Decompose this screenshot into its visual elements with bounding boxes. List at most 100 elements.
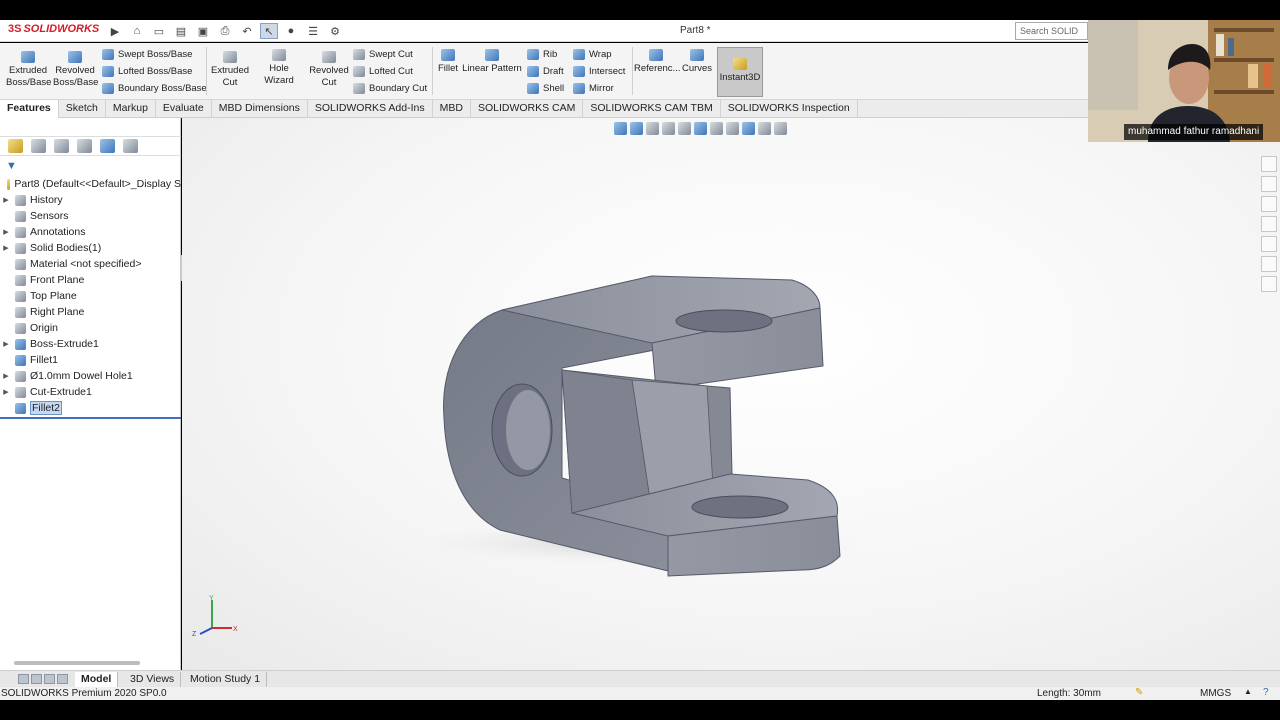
intersect-button[interactable]: Intersect [573,66,625,77]
tab-solidworks-cam-tbm[interactable]: SOLIDWORKS CAM TBM [583,100,721,118]
tab-3d-views[interactable]: 3D Views [124,672,182,687]
expand-arrow-icon[interactable]: ▶ [0,340,12,348]
swept-cut-button[interactable]: Swept Cut [353,49,413,60]
previous-view-icon[interactable] [646,122,659,135]
tab-markup[interactable]: Markup [106,100,156,118]
zoom-to-fit-icon[interactable] [614,122,627,135]
hide-show-items-icon[interactable] [726,122,739,135]
tree-item-solid-bodies[interactable]: ▶ Solid Bodies(1) [0,240,181,256]
tree-item-material[interactable]: Material <not specified> [0,256,181,272]
solidworks-logo[interactable]: 3S SOLIDWORKS [8,23,99,35]
configuration-manager-tab-icon[interactable] [54,139,69,153]
part-3d-model[interactable] [182,118,1280,670]
edit-appearance-icon[interactable] [742,122,755,135]
reference-geometry-button[interactable]: Referenc... [634,49,680,75]
home-icon[interactable]: ⌂ [128,23,146,39]
tree-item-dowel-hole1[interactable]: ▶ Ø1.0mm Dowel Hole1 [0,368,181,384]
property-manager-tab-icon[interactable] [31,139,46,153]
feature-manager-tab-icon[interactable] [8,139,23,153]
expand-arrow-icon[interactable]: ▶ [0,372,12,380]
tab-sketch[interactable]: Sketch [59,100,106,118]
options-gear-icon[interactable]: ⚙ [326,23,344,39]
fillet-button[interactable]: Fillet [436,49,460,75]
expand-arrow-icon[interactable]: ▶ [0,244,12,252]
boundary-cut-button[interactable]: Boundary Cut [353,83,427,94]
graphics-viewport[interactable]: Y X Z [182,118,1280,670]
first-tab-icon[interactable] [18,674,29,684]
dynamic-annotation-icon[interactable] [678,122,691,135]
tree-item-top-plane[interactable]: Top Plane [0,288,181,304]
tab-mbd-dimensions[interactable]: MBD Dimensions [212,100,308,118]
tree-item-boss-extrude1[interactable]: ▶ Boss-Extrude1 [0,336,181,352]
wrap-button[interactable]: Wrap [573,49,612,60]
print-icon[interactable]: ⎙ [216,23,234,39]
section-view-icon[interactable] [662,122,675,135]
tree-item-front-plane[interactable]: Front Plane [0,272,181,288]
boundary-boss-button[interactable]: Boundary Boss/Base [102,83,207,94]
tree-item-origin[interactable]: Origin [0,320,181,336]
tree-item-fillet2[interactable]: Fillet2 [0,400,181,416]
display-style-icon[interactable] [710,122,723,135]
expand-arrow-icon[interactable]: ▶ [0,228,12,236]
filter-icon[interactable]: ▼ [6,160,17,172]
design-library-icon[interactable] [1261,176,1277,192]
view-palette-icon[interactable] [1261,216,1277,232]
expand-arrow-icon[interactable]: ▶ [0,388,12,396]
tree-item-annotations[interactable]: ▶ Annotations [0,224,181,240]
forum-icon[interactable] [1261,276,1277,292]
tab-features[interactable]: Features [0,100,59,118]
extruded-cut-button[interactable]: Extruded Cut [209,51,251,89]
draft-button[interactable]: Draft [527,66,564,77]
undo-icon[interactable]: ↶ [238,23,256,39]
rebuild-icon[interactable]: ● [282,23,300,39]
tab-solidworks-cam[interactable]: SOLIDWORKS CAM [471,100,584,118]
view-orientation-icon[interactable] [694,122,707,135]
tab-solidworks-add-ins[interactable]: SOLIDWORKS Add-Ins [308,100,433,118]
tree-root-part[interactable]: Part8 (Default<<Default>_Display S [0,176,181,192]
lofted-boss-button[interactable]: Lofted Boss/Base [102,66,192,77]
rollback-bar[interactable] [0,417,181,419]
tab-motion-study-1[interactable]: Motion Study 1 [184,672,268,687]
mirror-button[interactable]: Mirror [573,83,614,94]
tree-item-cut-extrude1[interactable]: ▶ Cut-Extrude1 [0,384,181,400]
tree-item-right-plane[interactable]: Right Plane [0,304,181,320]
file-explorer-icon[interactable] [1261,196,1277,212]
instant3d-button[interactable]: Instant3D [717,47,763,97]
swept-boss-button[interactable]: Swept Boss/Base [102,49,192,60]
save-icon[interactable]: ▣ [194,23,212,39]
tree-item-history[interactable]: ▶ History [0,192,181,208]
next-tab-icon[interactable] [44,674,55,684]
tab-solidworks-inspection[interactable]: SOLIDWORKS Inspection [721,100,858,118]
tree-item-fillet1[interactable]: Fillet1 [0,352,181,368]
expand-arrow-icon[interactable]: ▶ [0,196,12,204]
search-input[interactable]: Search SOLID [1015,22,1088,40]
curves-button[interactable]: Curves [681,49,713,75]
shell-button[interactable]: Shell [527,83,564,94]
extruded-boss-button[interactable]: Extruded Boss/Base [6,51,51,89]
zoom-to-area-icon[interactable] [630,122,643,135]
revolved-cut-button[interactable]: Revolved Cut [309,51,349,89]
tab-model[interactable]: Model [75,672,119,687]
linear-pattern-button[interactable]: Linear Pattern [462,49,522,75]
open-folder-icon[interactable]: ▤ [172,23,190,39]
select-cursor-icon[interactable]: ↖ [260,23,278,39]
last-tab-icon[interactable] [57,674,68,684]
lofted-cut-button[interactable]: Lofted Cut [353,66,413,77]
help-icon[interactable]: ? [1263,687,1269,698]
rib-button[interactable]: Rib [527,49,557,60]
previous-tab-icon[interactable] [31,674,42,684]
appearances-icon[interactable] [1261,236,1277,252]
solidworks-resources-icon[interactable] [1261,156,1277,172]
menu-arrow-icon[interactable]: ▶ [106,23,124,39]
file-properties-icon[interactable]: ☰ [304,23,322,39]
revolved-boss-button[interactable]: Revolved Boss/Base [53,51,98,89]
tree-item-sensors[interactable]: Sensors [0,208,181,224]
custom-properties-icon[interactable] [1261,256,1277,272]
hole-wizard-button[interactable]: Hole Wizard [254,49,304,87]
tab-mbd[interactable]: MBD [433,100,471,118]
cam-tab-icon[interactable] [123,139,138,153]
apply-scene-icon[interactable] [758,122,771,135]
dimxpert-tab-icon[interactable] [77,139,92,153]
unit-system[interactable]: MMGS [1200,688,1231,699]
new-document-icon[interactable]: ▭ [150,23,168,39]
